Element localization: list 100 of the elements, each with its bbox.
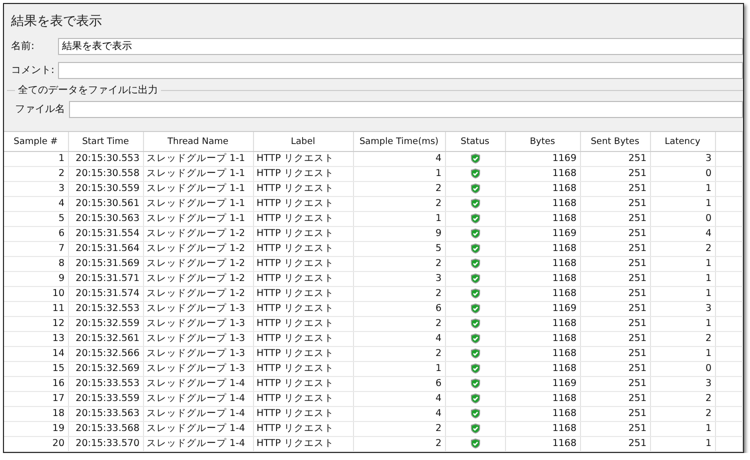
column-header[interactable]: Sample Time(ms) — [353, 132, 445, 152]
table-cell: 251 — [580, 212, 650, 226]
table-cell: 20:15:33.570 — [68, 436, 143, 452]
table-cell: スレッドグループ 1-2 — [143, 286, 253, 302]
table-cell: HTTP リクエスト — [253, 166, 353, 182]
table-cell: 20:15:31.564 — [68, 242, 143, 256]
table-cell: 251 — [580, 376, 650, 392]
panel-title: 結果を表で表示 — [10, 13, 103, 31]
table-cell: 1 — [353, 212, 445, 226]
table-cell: 251 — [580, 256, 650, 272]
table-cell: 1168 — [505, 272, 580, 286]
table-cell: 1168 — [505, 392, 580, 406]
table-cell: 20 — [4, 436, 68, 452]
table-cell: HTTP リクエスト — [253, 272, 353, 286]
table-cell: スレッドグループ 1-1 — [143, 182, 253, 196]
table-cell: 2 — [4, 166, 68, 182]
table-cell: 251 — [580, 316, 650, 332]
table-cell: 1168 — [505, 362, 580, 376]
table-cell: 1168 — [505, 196, 580, 212]
table-cell: 20:15:32.561 — [68, 332, 143, 346]
table-cell: スレッドグループ 1-1 — [143, 166, 253, 182]
table-cell: 251 — [580, 392, 650, 406]
table-cell: 1169 — [505, 376, 580, 392]
column-header[interactable]: Start Time — [68, 132, 143, 152]
table-cell: 1168 — [505, 332, 580, 346]
table-cell: 1168 — [505, 286, 580, 302]
table-cell: 251 — [580, 242, 650, 256]
table-cell: 20:15:33.563 — [68, 406, 143, 422]
table-cell: 13 — [4, 332, 68, 346]
table-cell: HTTP リクエスト — [253, 316, 353, 332]
table-cell: 1168 — [505, 212, 580, 226]
table-cell: HTTP リクエスト — [253, 286, 353, 302]
table-cell: 20:15:30.559 — [68, 182, 143, 196]
table-cell: 6 — [353, 302, 445, 316]
table-cell: 20:15:33.559 — [68, 392, 143, 406]
input-field[interactable]: 結果を表で表示 — [58, 38, 743, 54]
column-header[interactable]: Thread Name — [143, 132, 253, 152]
table-cell: スレッドグループ 1-4 — [143, 406, 253, 422]
table-cell: 18 — [4, 406, 68, 422]
table-cell: 2 — [650, 332, 715, 346]
table-cell: 2 — [353, 196, 445, 212]
table-cell: 1168 — [505, 166, 580, 182]
table-cell: 1 — [353, 362, 445, 376]
table-cell: 20:15:31.574 — [68, 286, 143, 302]
table-cell: 1 — [4, 152, 68, 166]
table-cell: 15 — [4, 362, 68, 376]
table-cell: スレッドグループ 1-2 — [143, 242, 253, 256]
table-cell: 1168 — [505, 182, 580, 196]
table-cell: 3 — [4, 182, 68, 196]
input-field[interactable] — [58, 62, 743, 78]
table-cell: 251 — [580, 362, 650, 376]
table-cell: HTTP リクエスト — [253, 256, 353, 272]
table-cell: 1168 — [505, 346, 580, 362]
table-cell: 3 — [650, 376, 715, 392]
column-header[interactable]: Sent Bytes — [580, 132, 650, 152]
table-cell: 2 — [650, 406, 715, 422]
table-cell: スレッドグループ 1-1 — [143, 152, 253, 166]
table-cell: 17 — [4, 392, 68, 406]
table-cell: 0 — [650, 362, 715, 376]
table-cell: 9 — [353, 226, 445, 242]
table-cell: 1168 — [505, 256, 580, 272]
table-cell: 3 — [650, 302, 715, 316]
table-cell: 20:15:30.563 — [68, 212, 143, 226]
table-cell: スレッドグループ 1-4 — [143, 436, 253, 452]
table-cell: 0 — [650, 212, 715, 226]
table-cell: 251 — [580, 226, 650, 242]
table-cell: HTTP リクエスト — [253, 152, 353, 166]
table-cell: 1169 — [505, 152, 580, 166]
table-cell: 16 — [4, 376, 68, 392]
table-cell: HTTP リクエスト — [253, 302, 353, 316]
table-cell: 2 — [353, 182, 445, 196]
column-header[interactable]: Status — [445, 132, 505, 152]
table-cell: 1 — [650, 422, 715, 436]
table-cell: スレッドグループ 1-3 — [143, 316, 253, 332]
table-cell: 251 — [580, 422, 650, 436]
group-title: 全てのデータをファイルに出力 — [15, 83, 161, 97]
table-cell: 1168 — [505, 406, 580, 422]
table-cell: HTTP リクエスト — [253, 346, 353, 362]
table-cell: 20:15:33.553 — [68, 376, 143, 392]
table-cell: 4 — [353, 332, 445, 346]
table-cell: 2 — [650, 392, 715, 406]
table-cell: 4 — [650, 226, 715, 242]
table-cell: 1 — [650, 436, 715, 452]
input-field[interactable] — [69, 100, 743, 118]
column-header[interactable]: Sample # — [4, 132, 68, 152]
table-cell: 251 — [580, 166, 650, 182]
column-header[interactable]: Bytes — [505, 132, 580, 152]
table-cell: 1168 — [505, 436, 580, 452]
table-cell: 20:15:32.569 — [68, 362, 143, 376]
table-cell: HTTP リクエスト — [253, 332, 353, 346]
table-cell: 1 — [650, 346, 715, 362]
table-cell: HTTP リクエスト — [253, 196, 353, 212]
table-cell: スレッドグループ 1-3 — [143, 362, 253, 376]
column-header[interactable]: Label — [253, 132, 353, 152]
table-cell: 1 — [650, 272, 715, 286]
table-cell: 251 — [580, 406, 650, 422]
table-cell: スレッドグループ 1-2 — [143, 226, 253, 242]
table-cell: スレッドグループ 1-2 — [143, 272, 253, 286]
column-header[interactable]: Latency — [650, 132, 715, 152]
table-cell: 1 — [650, 286, 715, 302]
